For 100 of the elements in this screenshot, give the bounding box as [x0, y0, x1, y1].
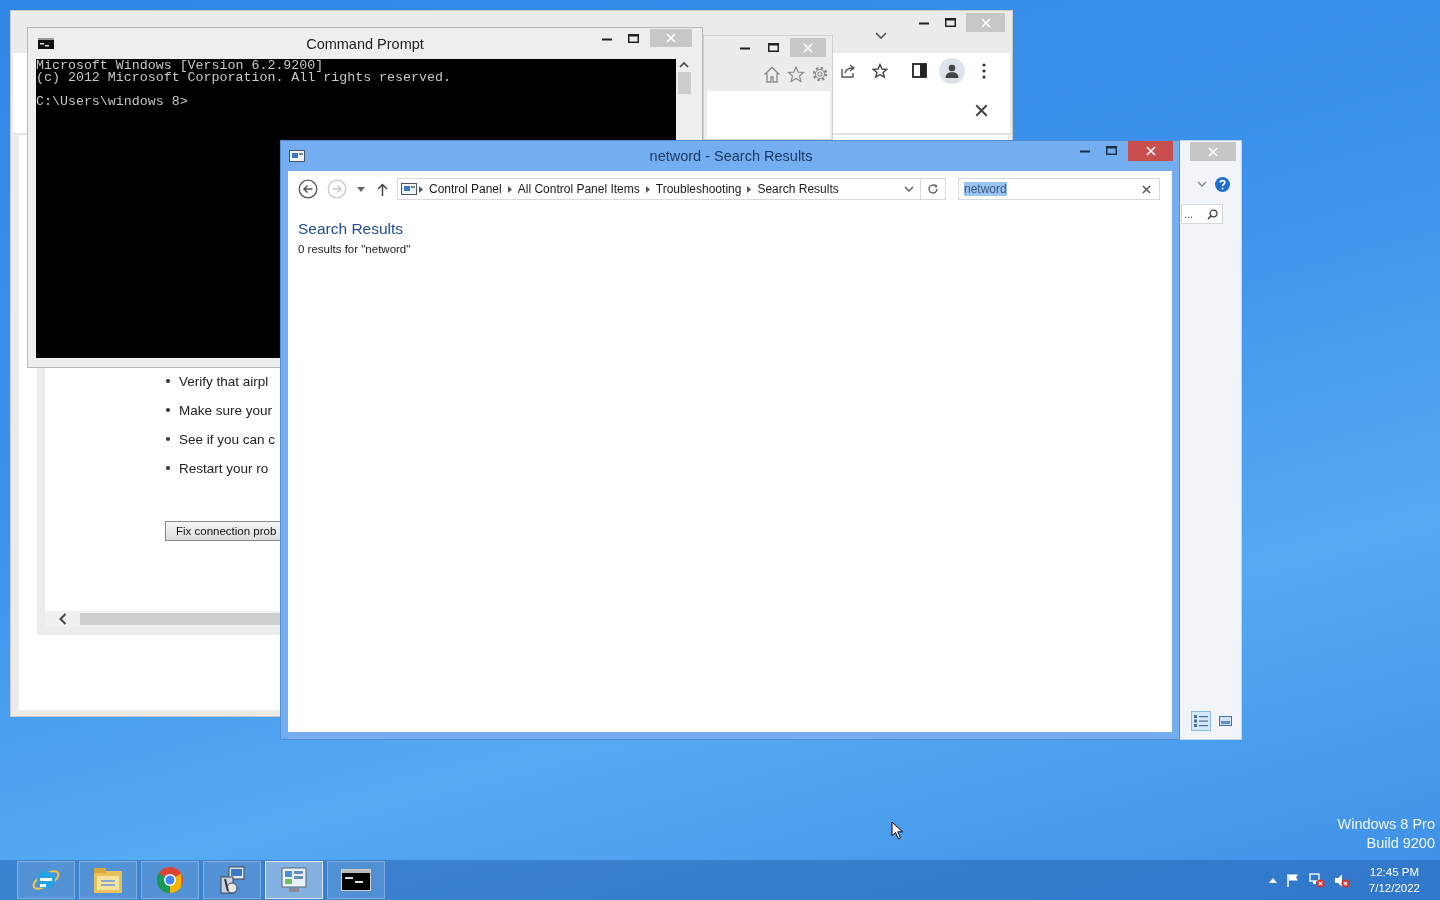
close-icon [666, 33, 676, 43]
back-button[interactable] [298, 179, 318, 199]
star-icon [787, 65, 805, 83]
console-line: Microsoft Windows [Version 6.2.9200] [36, 60, 324, 72]
breadcrumb-item[interactable]: All Control Panel Items [513, 179, 644, 199]
tip-text: Make sure your [179, 402, 273, 418]
volume-button[interactable] [1333, 872, 1350, 888]
control-panel-icon [289, 150, 305, 162]
watermark-text: Build 9200 [1366, 835, 1435, 851]
network-button[interactable] [1308, 872, 1325, 888]
home-icon [763, 65, 781, 83]
chevron-up-icon [679, 61, 689, 68]
chevron-left-icon [58, 613, 67, 625]
control-panel-icon [401, 183, 417, 195]
view-button[interactable] [1191, 711, 1211, 731]
minimize-icon [740, 47, 750, 50]
horizontal-scrollbar[interactable] [45, 611, 281, 627]
person-icon [945, 63, 959, 78]
favorites-button[interactable] [787, 65, 805, 83]
minimize-icon [601, 37, 612, 41]
chevron-down-icon [904, 186, 914, 192]
tip-text: Verify that airpl [179, 373, 269, 389]
recent-button[interactable] [357, 186, 365, 192]
scroll-up-button[interactable] [679, 59, 689, 70]
bullet-icon [166, 379, 170, 383]
window-title: netword - Search Results [649, 148, 813, 164]
cursor-icon [891, 821, 904, 840]
close-icon [803, 42, 813, 53]
help-icon[interactable] [1215, 176, 1230, 192]
caret-up-icon [1268, 877, 1277, 883]
caret-right-icon [747, 185, 752, 193]
maximize-icon [628, 33, 639, 43]
chevron-down-icon[interactable] [1197, 181, 1207, 187]
control-panel-icon [279, 865, 309, 895]
minimize-icon [1079, 150, 1090, 153]
settings-button[interactable] [811, 65, 829, 83]
terminal-icon [341, 869, 371, 891]
bullet-icon [166, 466, 170, 470]
clock[interactable]: 12:45 PM 7/12/2022 [1368, 864, 1420, 896]
refresh-icon [927, 183, 939, 195]
network-error-icon [1308, 872, 1325, 888]
close-icon [1145, 146, 1156, 156]
folder-icon [93, 866, 123, 894]
breadcrumb-item[interactable]: Search Results [753, 179, 843, 199]
tray-expand-button[interactable] [1268, 877, 1277, 883]
maximize-icon [767, 43, 779, 52]
chrome-icon [156, 866, 184, 894]
side-panel-icon [911, 63, 927, 78]
settings-icon [811, 65, 829, 83]
share-icon [840, 63, 856, 78]
clock-time: 12:45 PM [1369, 865, 1420, 880]
window-title: Command Prompt [306, 35, 424, 52]
console-prompt: C:\Users\windows 8> [36, 96, 188, 108]
maximize-icon [1106, 146, 1117, 155]
console-line: (c) 2012 Microsoft Corporation. All rights reserved. [36, 72, 451, 84]
clear-search-button[interactable] [1142, 184, 1151, 194]
search-text: ... [1184, 208, 1194, 220]
search-field[interactable]: ... [1181, 204, 1223, 224]
caret-right-icon [419, 185, 423, 193]
action-center-button[interactable] [1285, 873, 1300, 887]
star-icon [872, 62, 888, 79]
minimize-icon [919, 22, 929, 25]
search-field[interactable]: netword [958, 178, 1160, 200]
section-heading: Search Results [298, 220, 405, 238]
breadcrumb-item[interactable]: Control Panel [425, 179, 506, 199]
tip-text: Restart your ro [179, 460, 269, 476]
home-button[interactable] [763, 65, 781, 83]
speaker-muted-icon [1333, 872, 1350, 888]
tip-text: See if you can c [179, 431, 276, 447]
search-icon [1207, 208, 1218, 220]
bullet-icon [166, 408, 170, 412]
up-arrow-icon [377, 182, 388, 196]
search-text: netword [964, 182, 1007, 196]
close-icon [1208, 146, 1218, 157]
profile-button[interactable] [939, 57, 965, 84]
fix-button[interactable]: Fix connection prob [165, 521, 281, 541]
details-view-icon [1194, 715, 1208, 727]
scrollbar-thumb[interactable] [677, 72, 691, 94]
close-icon [975, 104, 988, 117]
close-icon [980, 17, 991, 28]
caret-right-icon [645, 185, 650, 193]
up-button[interactable] [377, 182, 388, 196]
caret-right-icon [507, 185, 512, 193]
more-icon [982, 62, 986, 79]
maximize-icon [944, 18, 956, 27]
side-panel-button[interactable] [911, 60, 927, 81]
close-button[interactable] [975, 104, 988, 117]
breadcrumb-item[interactable]: Troubleshooting [651, 179, 746, 199]
taskbar-app-button[interactable] [327, 861, 385, 899]
installer-icon [217, 865, 247, 895]
close-icon [1142, 184, 1151, 194]
watermark-text: Windows 8 Pro [1337, 816, 1435, 832]
tiles-view-icon [1218, 716, 1232, 726]
bullet-icon [166, 437, 170, 441]
address-bar[interactable]: Control Panel All Control Panel Items Troubleshooting Search Results [397, 178, 946, 200]
clock-date: 7/12/2022 [1368, 881, 1420, 896]
results-summary: 0 results for "netword" [298, 243, 412, 255]
caret-down-icon [357, 186, 365, 192]
flag-icon [1285, 873, 1300, 887]
terminal-icon [38, 38, 54, 49]
